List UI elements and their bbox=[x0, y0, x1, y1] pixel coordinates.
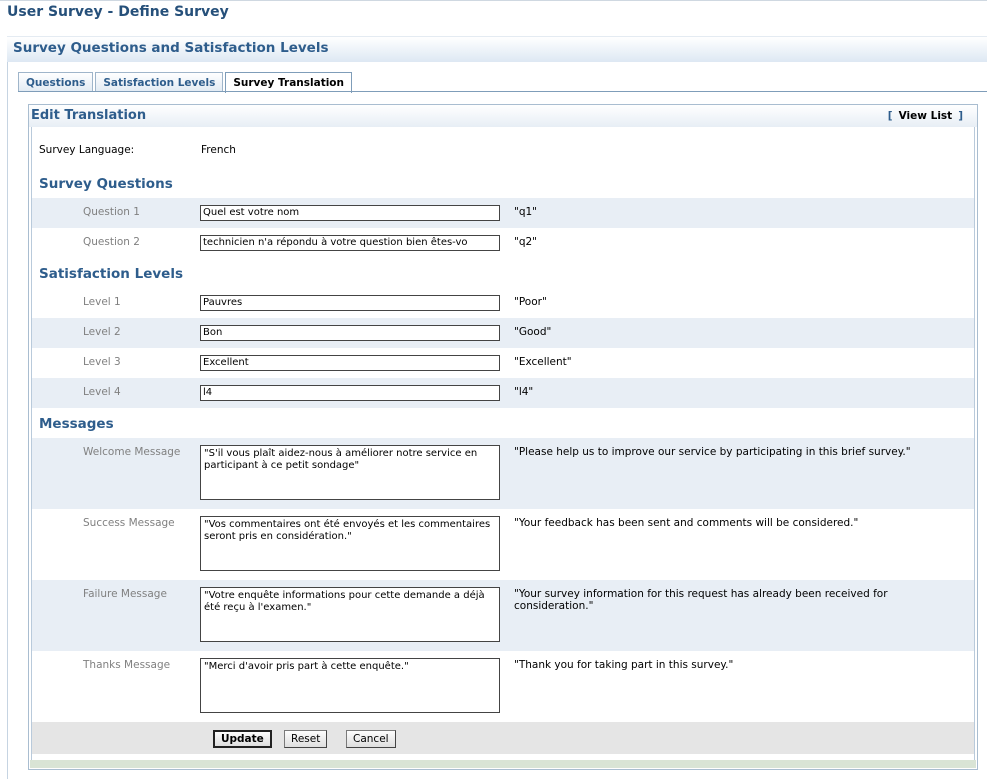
level-original: "Excellent" bbox=[514, 356, 572, 368]
view-list-control: [ View List] bbox=[888, 110, 963, 122]
level-4-input[interactable]: l4 bbox=[200, 385, 500, 401]
button-bar bbox=[32, 722, 974, 754]
tab-survey-translation[interactable]: Survey Translation bbox=[225, 72, 352, 93]
success-message-textarea[interactable]: "Vos commentaires ont été envoyés et les… bbox=[200, 516, 500, 571]
level-2-input[interactable]: Bon bbox=[200, 325, 500, 341]
top-rule bbox=[0, 0, 987, 1]
tab-satisfaction-levels[interactable]: Satisfaction Levels bbox=[95, 72, 224, 92]
satisfaction-levels-heading: Satisfaction Levels bbox=[39, 266, 183, 282]
tab-questions[interactable]: Questions bbox=[18, 72, 94, 92]
survey-questions-heading: Survey Questions bbox=[39, 176, 173, 192]
level-3-input[interactable]: Excellent bbox=[200, 355, 500, 371]
message-original: "Your survey information for this reques… bbox=[514, 588, 888, 612]
level-label: Level 4 bbox=[83, 386, 121, 398]
message-row: Welcome Message "S'il vous plaît aidez-n… bbox=[32, 438, 974, 509]
message-original: "Thank you for taking part in this surve… bbox=[514, 659, 734, 671]
question-1-input[interactable]: Quel est votre nom bbox=[200, 205, 500, 221]
level-label: Level 3 bbox=[83, 356, 121, 368]
page-title: User Survey - Define Survey bbox=[7, 4, 229, 20]
cancel-button[interactable]: Cancel bbox=[346, 730, 396, 748]
tab-underline bbox=[18, 91, 987, 92]
panel-title: Edit Translation bbox=[31, 108, 147, 123]
section-header: Survey Questions and Satisfaction Levels bbox=[7, 36, 987, 62]
level-original: "l4" bbox=[514, 386, 534, 398]
survey-language-value: French bbox=[201, 144, 236, 156]
thanks-message-textarea[interactable]: "Merci d'avoir pris part à cette enquête… bbox=[200, 658, 500, 713]
question-label: Question 1 bbox=[83, 206, 140, 218]
level-row: Level 4 l4 "l4" bbox=[32, 378, 974, 408]
level-1-input[interactable]: Pauvres bbox=[200, 295, 500, 311]
message-row: Thanks Message "Merci d'avoir pris part … bbox=[32, 651, 974, 722]
welcome-message-textarea[interactable]: "S'il vous plaît aidez-nous à améliorer … bbox=[200, 445, 500, 500]
section-title: Survey Questions and Satisfaction Levels bbox=[13, 40, 329, 56]
question-label: Question 2 bbox=[83, 236, 140, 248]
level-label: Level 2 bbox=[83, 326, 121, 338]
reset-button[interactable]: Reset bbox=[284, 730, 328, 748]
view-list-link[interactable]: View List bbox=[899, 110, 953, 122]
survey-language-label: Survey Language: bbox=[39, 144, 135, 156]
level-original: "Poor" bbox=[514, 296, 547, 308]
messages-heading: Messages bbox=[39, 416, 114, 432]
message-label: Thanks Message bbox=[83, 659, 171, 671]
outer-border bbox=[7, 62, 8, 779]
question-row: Question 2 technicien n'a répondu à votr… bbox=[32, 228, 974, 258]
failure-message-textarea[interactable]: "Votre enquête informations pour cette d… bbox=[200, 587, 500, 642]
message-original: "Please help us to improve our service b… bbox=[514, 446, 911, 458]
question-row: Question 1 Quel est votre nom "q1" bbox=[32, 198, 974, 228]
panel-header: Edit Translation [ View List] bbox=[29, 105, 977, 127]
question-2-input[interactable]: technicien n'a répondu à votre question … bbox=[200, 235, 500, 251]
question-original: "q1" bbox=[514, 206, 538, 218]
level-row: Level 3 Excellent "Excellent" bbox=[32, 348, 974, 378]
bracket-close: ] bbox=[958, 110, 963, 122]
message-label: Success Message bbox=[83, 517, 175, 529]
message-original: "Your feedback has been sent and comment… bbox=[514, 517, 859, 529]
level-row: Level 2 Bon "Good" bbox=[32, 318, 974, 348]
message-row: Success Message "Vos commentaires ont ét… bbox=[32, 509, 974, 580]
level-row: Level 1 Pauvres "Poor" bbox=[32, 288, 974, 318]
bracket-open: [ bbox=[887, 110, 893, 122]
message-label: Welcome Message bbox=[83, 446, 181, 458]
level-original: "Good" bbox=[514, 326, 552, 338]
message-row: Failure Message "Votre enquête informati… bbox=[32, 580, 974, 651]
update-button[interactable]: Update bbox=[213, 730, 272, 748]
question-original: "q2" bbox=[514, 236, 538, 248]
level-label: Level 1 bbox=[83, 296, 121, 308]
bottom-strip bbox=[30, 760, 976, 768]
message-label: Failure Message bbox=[83, 588, 167, 600]
tab-bar: Questions Satisfaction Levels Survey Tra… bbox=[18, 71, 354, 93]
